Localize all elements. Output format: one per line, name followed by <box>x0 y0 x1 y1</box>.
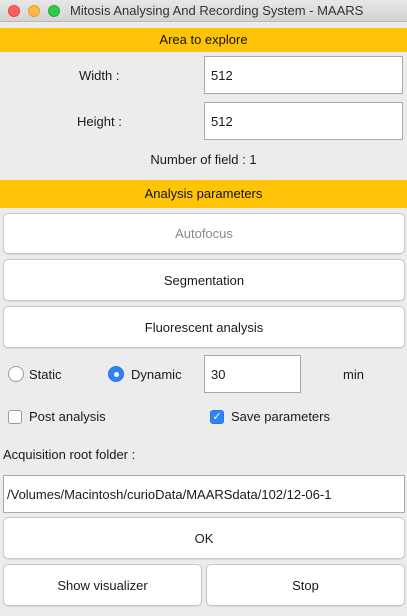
duration-input[interactable] <box>204 355 301 393</box>
close-window-button[interactable] <box>8 5 20 17</box>
acquisition-root-folder-label: Acquisition root folder : <box>3 447 136 462</box>
checkmark-icon: ✓ <box>212 411 222 423</box>
width-label: Width : <box>79 68 120 83</box>
static-label: Static <box>29 367 62 382</box>
post-analysis-label: Post analysis <box>29 409 106 424</box>
height-input[interactable] <box>204 102 403 140</box>
maximize-window-button[interactable] <box>48 5 60 17</box>
minimize-window-button[interactable] <box>28 5 40 17</box>
duration-unit-label: min <box>343 367 364 382</box>
number-of-field-label: Number of field : 1 <box>150 152 257 167</box>
height-label: Height : <box>77 114 122 129</box>
window-title: Mitosis Analysing And Recording System -… <box>70 3 364 18</box>
save-parameters-label: Save parameters <box>231 409 330 424</box>
width-input[interactable] <box>204 56 403 94</box>
title-bar: Mitosis Analysing And Recording System -… <box>0 0 407 22</box>
area-to-explore-header: Area to explore <box>0 28 407 52</box>
static-radio[interactable] <box>8 366 24 382</box>
dynamic-label: Dynamic <box>131 367 182 382</box>
dynamic-radio[interactable] <box>108 366 124 382</box>
ok-button[interactable]: OK <box>3 517 405 559</box>
analysis-parameters-header: Analysis parameters <box>0 180 407 208</box>
post-analysis-checkbox[interactable] <box>8 410 22 424</box>
show-visualizer-button[interactable]: Show visualizer <box>3 564 202 606</box>
autofocus-button[interactable]: Autofocus <box>3 213 405 254</box>
stop-button[interactable]: Stop <box>206 564 405 606</box>
segmentation-button[interactable]: Segmentation <box>3 259 405 301</box>
fluorescent-analysis-button[interactable]: Fluorescent analysis <box>3 306 405 348</box>
save-parameters-checkbox[interactable]: ✓ <box>210 410 224 424</box>
acquisition-root-folder-input[interactable] <box>3 475 405 513</box>
